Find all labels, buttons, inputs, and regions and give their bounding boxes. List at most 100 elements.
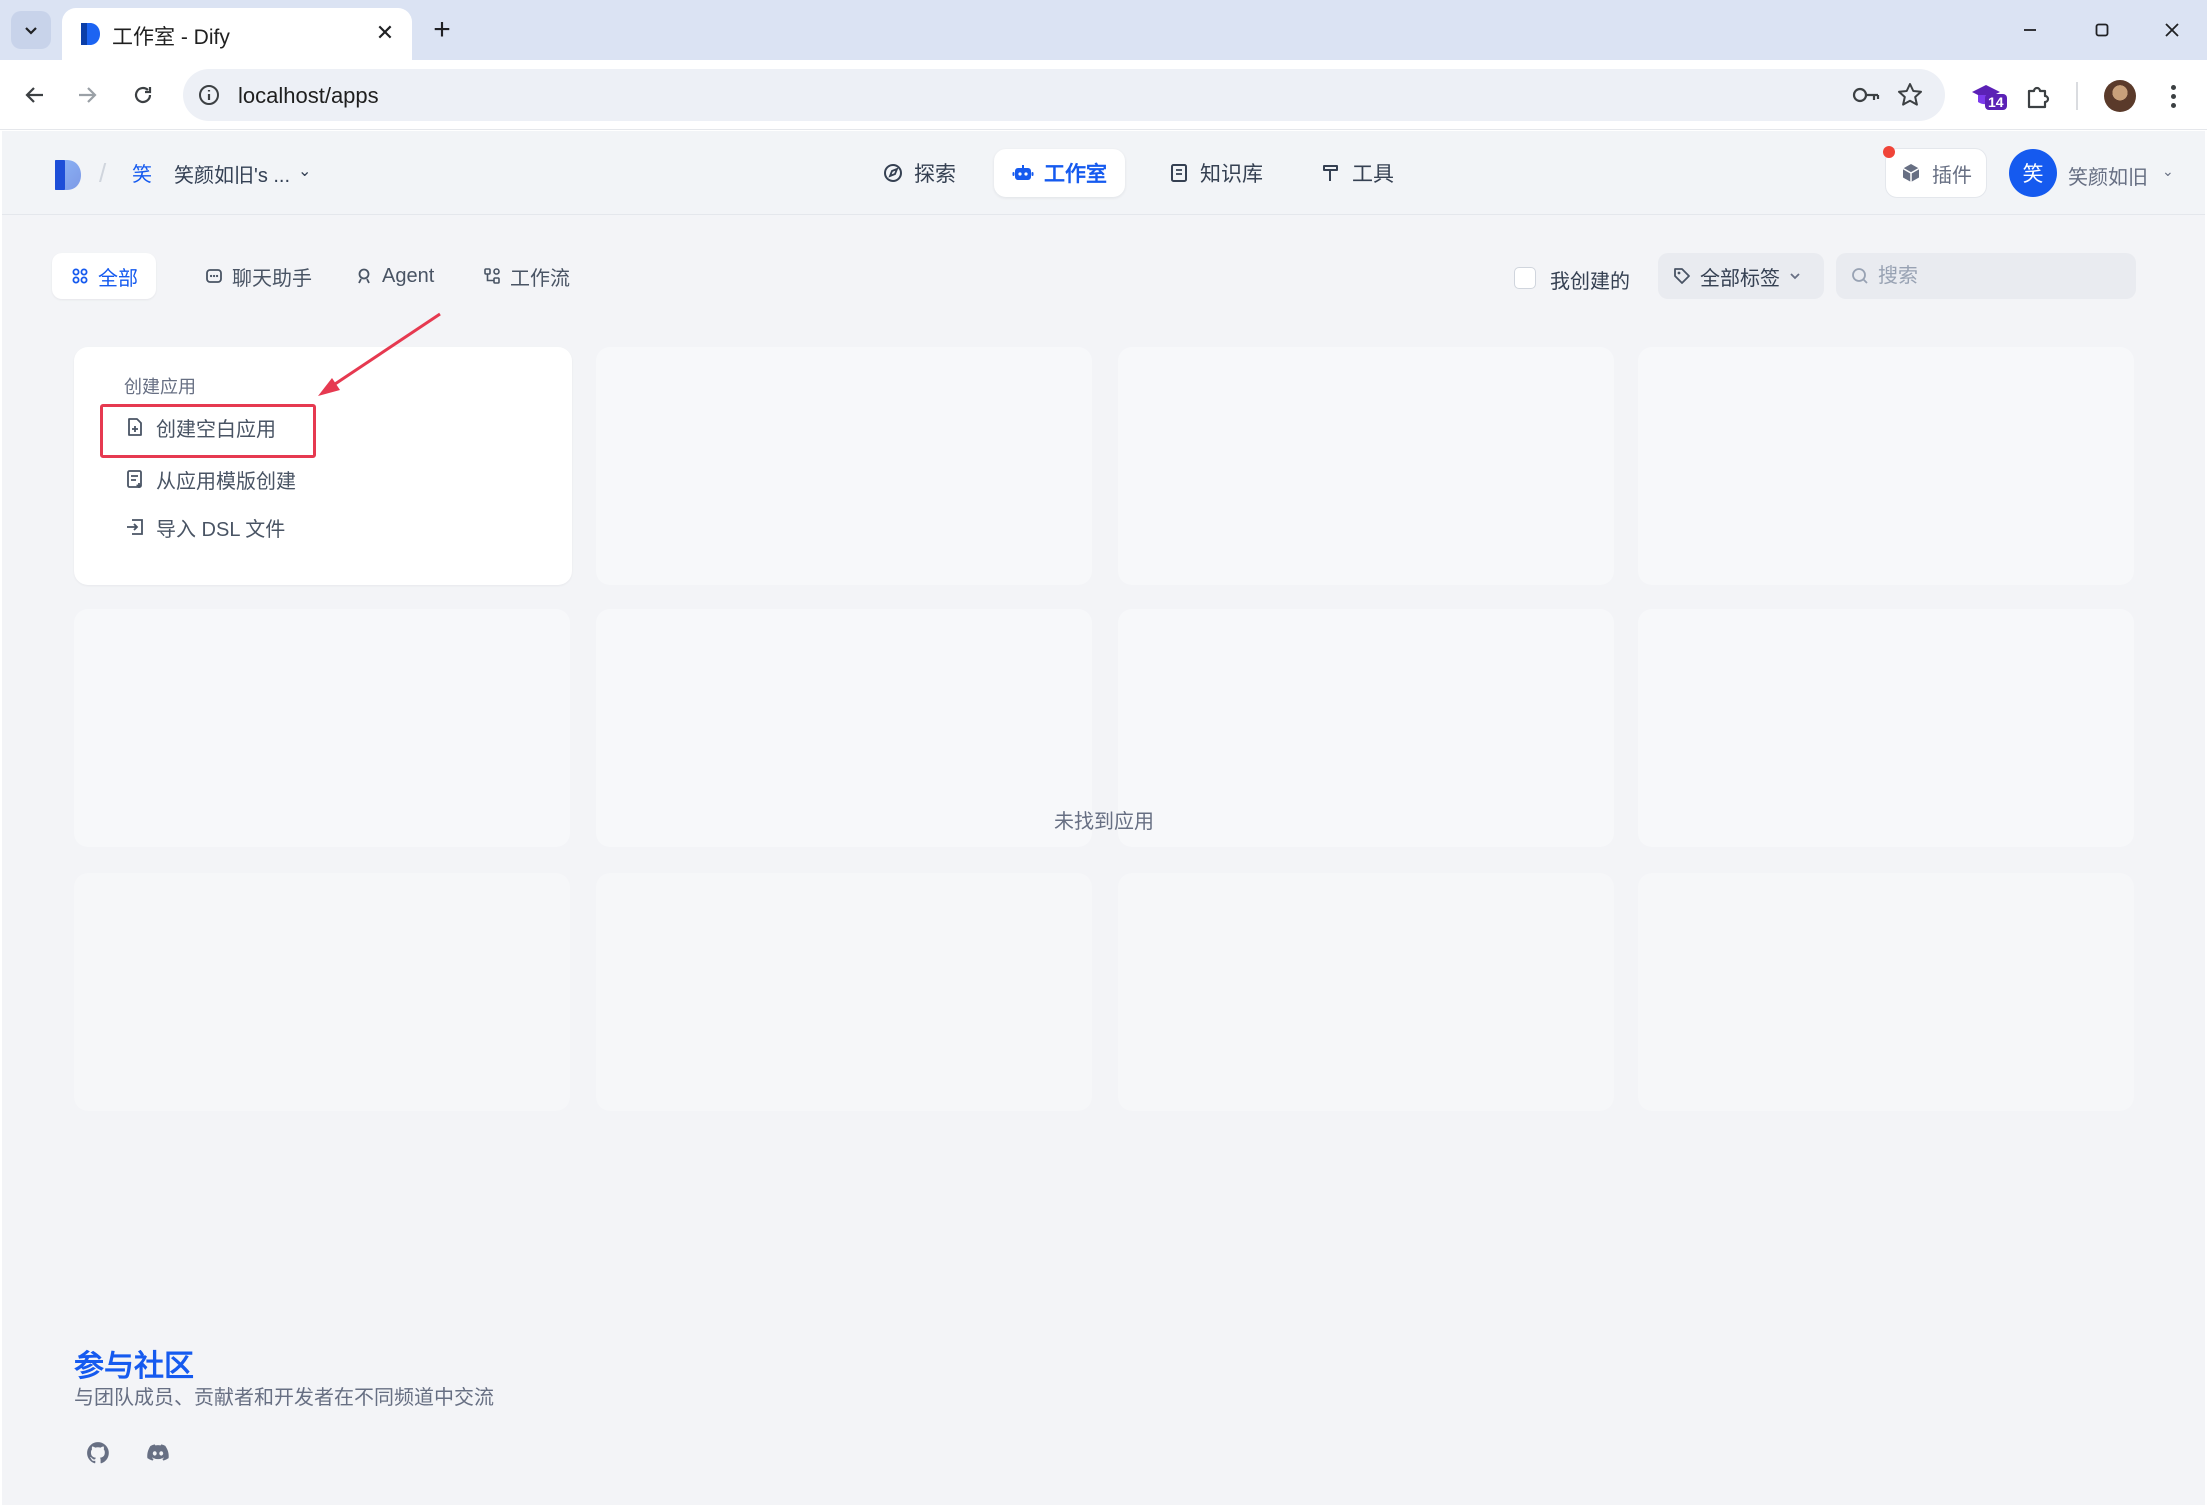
site-info-icon[interactable] bbox=[195, 81, 223, 109]
nav-knowledge[interactable]: 知识库 bbox=[1150, 149, 1281, 197]
notification-dot bbox=[1883, 146, 1895, 158]
tab-search-button[interactable] bbox=[11, 11, 51, 49]
nav-label: 知识库 bbox=[1200, 163, 1263, 186]
arrow-right-icon bbox=[79, 87, 97, 103]
minimize-icon bbox=[2024, 29, 2036, 31]
browser-tab-active[interactable]: 工作室 - Dify ✕ bbox=[62, 8, 412, 60]
toolbar-separator bbox=[2076, 82, 2078, 110]
created-by-me-checkbox[interactable] bbox=[1514, 267, 1536, 289]
maximize-button[interactable] bbox=[2076, 8, 2128, 52]
annotation-highlight-box bbox=[100, 404, 316, 458]
create-item-label: 导入 DSL 文件 bbox=[156, 518, 286, 541]
new-tab-button[interactable]: + bbox=[424, 12, 460, 48]
browser-tab-bar: 工作室 - Dify ✕ + bbox=[0, 0, 2207, 60]
workflow-icon bbox=[484, 268, 500, 284]
nav-tools[interactable]: 工具 bbox=[1302, 149, 1412, 197]
address-bar[interactable]: localhost/apps bbox=[183, 69, 1945, 121]
discord-icon bbox=[147, 1444, 169, 1461]
extension-badge: 14 bbox=[1985, 94, 2007, 110]
create-from-template-button[interactable]: 从应用模版创建 bbox=[124, 461, 296, 497]
github-link[interactable] bbox=[78, 1433, 118, 1473]
empty-state-text: 未找到应用 bbox=[1054, 811, 1154, 833]
back-button[interactable] bbox=[16, 76, 54, 114]
filter-tab-chat[interactable]: 聊天助手 bbox=[186, 253, 330, 299]
plugins-button[interactable]: 插件 bbox=[1885, 148, 1987, 198]
tag-icon bbox=[1674, 268, 1690, 284]
placeholder-card bbox=[1118, 873, 1614, 1111]
dify-logo-icon[interactable] bbox=[52, 158, 84, 192]
url-text[interactable]: localhost/apps bbox=[238, 83, 379, 109]
placeholder-card bbox=[1638, 873, 2134, 1111]
reload-icon bbox=[134, 86, 152, 104]
placeholder-card bbox=[1638, 347, 2134, 585]
reload-button[interactable] bbox=[124, 76, 162, 114]
nav-label: 工具 bbox=[1352, 163, 1394, 186]
robot-icon bbox=[1012, 165, 1034, 180]
extension-button[interactable]: 14 bbox=[1966, 76, 2007, 116]
placeholder-card bbox=[1118, 347, 1614, 585]
github-icon bbox=[87, 1442, 109, 1464]
password-key-icon[interactable] bbox=[1851, 82, 1881, 108]
maximize-icon bbox=[2095, 23, 2109, 37]
filter-tab-workflow[interactable]: 工作流 bbox=[464, 253, 588, 299]
breadcrumb-separator: / bbox=[99, 158, 107, 188]
book-icon bbox=[1171, 164, 1187, 182]
placeholder-card bbox=[74, 873, 570, 1111]
cube-icon bbox=[1902, 164, 1920, 182]
tag-filter-label: 全部标签 bbox=[1700, 267, 1780, 290]
workspace-name[interactable]: 笑颜如旧's ... bbox=[174, 159, 290, 188]
tag-filter-dropdown[interactable]: 全部标签 bbox=[1658, 253, 1824, 299]
app-header: / 笑 笑颜如旧's ... ⌄ 探索 工作室 知识库 工具 插件 笑 笑颜如旧… bbox=[2, 131, 2205, 215]
filter-tab-all[interactable]: 全部 bbox=[52, 253, 156, 299]
nav-label: 探索 bbox=[914, 163, 956, 186]
tab-title: 工作室 - Dify bbox=[112, 26, 230, 49]
created-by-me-label[interactable]: 我创建的 bbox=[1550, 265, 1630, 294]
create-app-title: 创建应用 bbox=[124, 377, 196, 397]
filter-tab-label: Agent bbox=[382, 264, 435, 287]
import-icon bbox=[127, 519, 143, 535]
filter-tab-agent[interactable]: Agent bbox=[336, 253, 452, 299]
grid-icon bbox=[72, 268, 88, 284]
nav-label: 工作室 bbox=[1044, 163, 1107, 186]
agent-icon bbox=[358, 268, 370, 284]
minimize-button[interactable] bbox=[2004, 8, 2056, 52]
dify-favicon-icon bbox=[81, 23, 100, 45]
profile-avatar[interactable] bbox=[2104, 80, 2136, 112]
nav-explore[interactable]: 探索 bbox=[864, 149, 974, 197]
search-icon bbox=[1852, 268, 1868, 284]
browser-menu-button[interactable] bbox=[2158, 76, 2188, 116]
create-item-label: 从应用模版创建 bbox=[156, 470, 296, 493]
chevron-down-icon[interactable]: ⌄ bbox=[2162, 163, 2174, 180]
community-title: 参与社区 bbox=[74, 1350, 194, 1383]
placeholder-card bbox=[596, 347, 1092, 585]
tab-close-icon[interactable]: ✕ bbox=[370, 18, 400, 48]
forward-button[interactable] bbox=[68, 76, 106, 114]
browser-toolbar: localhost/apps 14 bbox=[0, 60, 2207, 130]
hammer-icon bbox=[1323, 165, 1338, 181]
close-window-button[interactable] bbox=[2146, 8, 2198, 52]
search-input[interactable] bbox=[1878, 264, 2118, 288]
discord-link[interactable] bbox=[138, 1433, 178, 1473]
chevron-down-icon[interactable]: ⌄ bbox=[298, 161, 311, 181]
template-icon bbox=[127, 470, 142, 488]
chat-bubble-icon bbox=[206, 269, 222, 283]
user-avatar[interactable]: 笑 bbox=[2009, 149, 2057, 197]
puzzle-icon bbox=[2027, 86, 2050, 109]
close-icon bbox=[2165, 23, 2179, 37]
compass-icon bbox=[884, 164, 902, 182]
user-name[interactable]: 笑颜如旧 bbox=[2068, 161, 2148, 190]
placeholder-card bbox=[74, 609, 570, 847]
plugins-label: 插件 bbox=[1932, 164, 1972, 187]
extensions-menu-button[interactable] bbox=[2018, 76, 2058, 116]
filter-tab-label: 全部 bbox=[98, 267, 138, 290]
chevron-down-icon bbox=[25, 27, 37, 35]
bookmark-star-icon[interactable] bbox=[1895, 80, 1925, 110]
search-field[interactable] bbox=[1836, 253, 2136, 299]
placeholder-card bbox=[1638, 609, 2134, 847]
import-dsl-button[interactable]: 导入 DSL 文件 bbox=[124, 509, 285, 545]
nav-studio[interactable]: 工作室 bbox=[994, 149, 1125, 197]
filter-tab-label: 聊天助手 bbox=[232, 267, 312, 290]
workspace-avatar[interactable]: 笑 bbox=[132, 158, 152, 187]
arrow-left-icon bbox=[25, 87, 43, 103]
community-description: 与团队成员、贡献者和开发者在不同频道中交流 bbox=[74, 1387, 494, 1409]
